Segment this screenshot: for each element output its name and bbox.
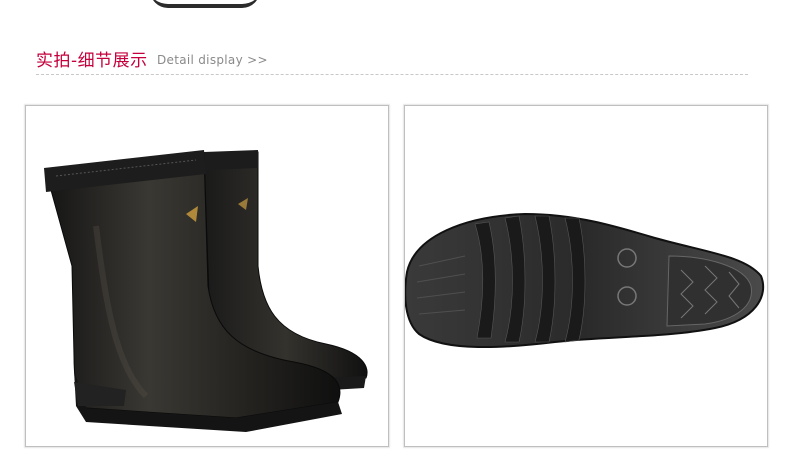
boots-illustration <box>44 150 368 432</box>
boots-side-photo <box>25 105 389 447</box>
previous-image-edge <box>150 0 260 8</box>
sole-illustration <box>405 212 765 349</box>
section-header: 实拍-细节展示 Detail display >> <box>36 46 748 75</box>
boot-sole-photo <box>404 105 768 447</box>
section-title: 实拍-细节展示 <box>36 51 148 71</box>
section-subtitle: Detail display >> <box>157 53 268 67</box>
